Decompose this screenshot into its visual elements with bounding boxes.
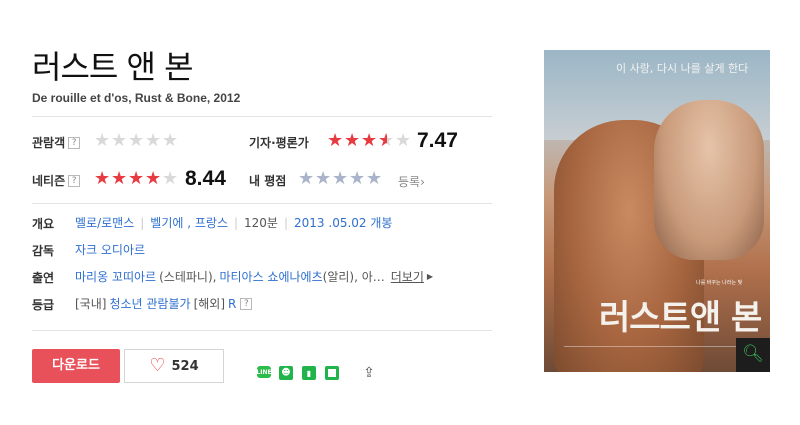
poster-figure <box>654 100 764 260</box>
star-icon: ★ <box>94 168 110 189</box>
help-icon[interactable]: ? <box>240 297 253 310</box>
actor-role: (알리), 아… <box>322 270 385 284</box>
critic-label-text: 기자·평론가 <box>249 136 309 150</box>
poster-credits <box>564 346 750 360</box>
netizen-label-text: 네티즌 <box>32 174 66 188</box>
audience-stars: ★ ★ ★ ★ ★ <box>94 131 179 151</box>
register-rating-text[interactable]: 등록 <box>398 175 420 189</box>
actor-link[interactable]: 마티아스 쇼에나에츠 <box>219 268 322 285</box>
grade-korea-link[interactable]: 청소년 관람불가 <box>109 295 190 312</box>
star-icon: ★ <box>111 168 127 189</box>
critic-stars: ★ ★ ★ ★ ★ <box>327 130 412 152</box>
star-icon: ★ <box>327 130 343 151</box>
my-rating-label-text: 내 평점 <box>249 174 287 188</box>
cast-row: 마리옹 꼬띠아르 (스테파니), 마티아스 쇼에나에츠 (알리), 아… 더보기… <box>75 268 433 285</box>
grade-overseas-link[interactable]: R <box>228 297 236 311</box>
overview-row: 멜로/로맨스 | 벨기에 , 프랑스 | 120분 | 2013 .05.02 … <box>75 214 392 231</box>
share-icon[interactable]: ⇪ <box>361 365 377 381</box>
netizen-stars: ★ ★ ★ ★ ★ <box>94 169 179 189</box>
star-icon: ★ <box>162 168 178 189</box>
genre-link[interactable]: 멜로/로맨스 <box>75 214 134 231</box>
separator: | <box>283 215 289 230</box>
star-icon: ★ <box>145 130 161 151</box>
star-icon[interactable]: ★ <box>332 169 349 189</box>
register-rating-link[interactable]: 등록› <box>398 173 425 190</box>
director-row: 자크 오디아르 <box>75 241 145 258</box>
country-link[interactable]: 벨기에 , 프랑스 <box>150 214 228 231</box>
movie-poster[interactable]: 이 사랑, 다시 나를 살게 한다 나를 바꾸는 나라는 빛 러스트앤 본 🔍︎ <box>544 50 770 372</box>
netizen-score: 8.44 <box>185 167 226 190</box>
divider <box>32 330 492 331</box>
audience-label-text: 관람객 <box>32 136 66 150</box>
movie-title: 러스트 앤 본 <box>32 48 194 86</box>
release-date-link[interactable]: 2013 .05.02 개봉 <box>294 214 392 231</box>
star-icon: ★ <box>145 168 161 189</box>
actor-role: (스테파니), <box>159 270 217 284</box>
zoom-icon[interactable]: 🔍︎ <box>736 338 770 372</box>
line-icon[interactable]: LINE <box>256 366 272 378</box>
star-icon: ★ <box>94 130 110 151</box>
director-link[interactable]: 자크 오디아르 <box>75 241 145 258</box>
cast-label: 출연 <box>32 271 55 285</box>
grade-label: 등급 <box>32 298 55 312</box>
blog-icon[interactable] <box>325 366 339 380</box>
actor-link[interactable]: 마리옹 꼬띠아르 <box>75 268 156 285</box>
critic-rating-label: 기자·평론가 <box>249 134 309 151</box>
separator: | <box>140 215 145 230</box>
star-icon[interactable]: ★ <box>315 169 332 189</box>
grade-korea-prefix: [국내] <box>75 297 107 311</box>
download-button[interactable]: 다운로드 <box>32 349 120 383</box>
half-star-icon: ★ <box>378 131 395 152</box>
netizen-rating-label: 네티즌 ? <box>32 172 81 189</box>
poster-small-tagline: 나를 바꾸는 나라는 빛 <box>696 280 743 286</box>
help-icon[interactable]: ? <box>68 174 81 187</box>
divider <box>32 116 492 117</box>
like-button[interactable]: ♡ 524 <box>124 349 224 383</box>
poster-tagline: 이 사랑, 다시 나를 살게 한다 <box>616 62 749 75</box>
divider <box>32 203 492 204</box>
separator: | <box>233 215 239 230</box>
chevron-right-icon: › <box>420 175 425 189</box>
grade-row: [국내] 청소년 관람불가 [해외] R ? <box>75 295 253 312</box>
band-icon[interactable]: ☻ <box>279 366 293 380</box>
like-count: 524 <box>171 358 199 374</box>
star-icon: ★ <box>128 168 144 189</box>
caret-right-icon: ▶ <box>426 272 434 281</box>
star-icon: ★ <box>162 130 178 151</box>
overview-label: 개요 <box>32 217 55 231</box>
my-rating-stars[interactable]: ★ ★ ★ ★ ★ <box>298 169 383 189</box>
star-icon: ★ <box>128 130 144 151</box>
movie-subtitle: De rouille et d'os, Rust & Bone, 2012 <box>32 91 241 105</box>
heart-icon: ♡ <box>149 355 166 376</box>
runtime: 120분 <box>244 216 278 230</box>
star-icon: ★ <box>361 130 377 151</box>
more-cast-link[interactable]: 더보기 <box>391 268 424 285</box>
star-icon[interactable]: ★ <box>298 169 315 189</box>
poster-title: 러스트앤 본 <box>599 298 762 338</box>
star-icon[interactable]: ★ <box>366 169 383 189</box>
director-label: 감독 <box>32 244 55 258</box>
critic-score: 7.47 <box>417 129 458 152</box>
help-icon[interactable]: ? <box>68 136 81 149</box>
star-icon: ★ <box>111 130 127 151</box>
grade-overseas-prefix: [해외] <box>193 297 226 311</box>
star-icon: ★ <box>395 130 411 151</box>
star-icon[interactable]: ★ <box>349 169 366 189</box>
my-rating-label: 내 평점 <box>249 172 286 189</box>
star-icon: ★ <box>344 130 360 151</box>
audience-rating-label: 관람객 ? <box>32 134 81 151</box>
bookmark-icon[interactable]: ▮ <box>302 366 316 380</box>
